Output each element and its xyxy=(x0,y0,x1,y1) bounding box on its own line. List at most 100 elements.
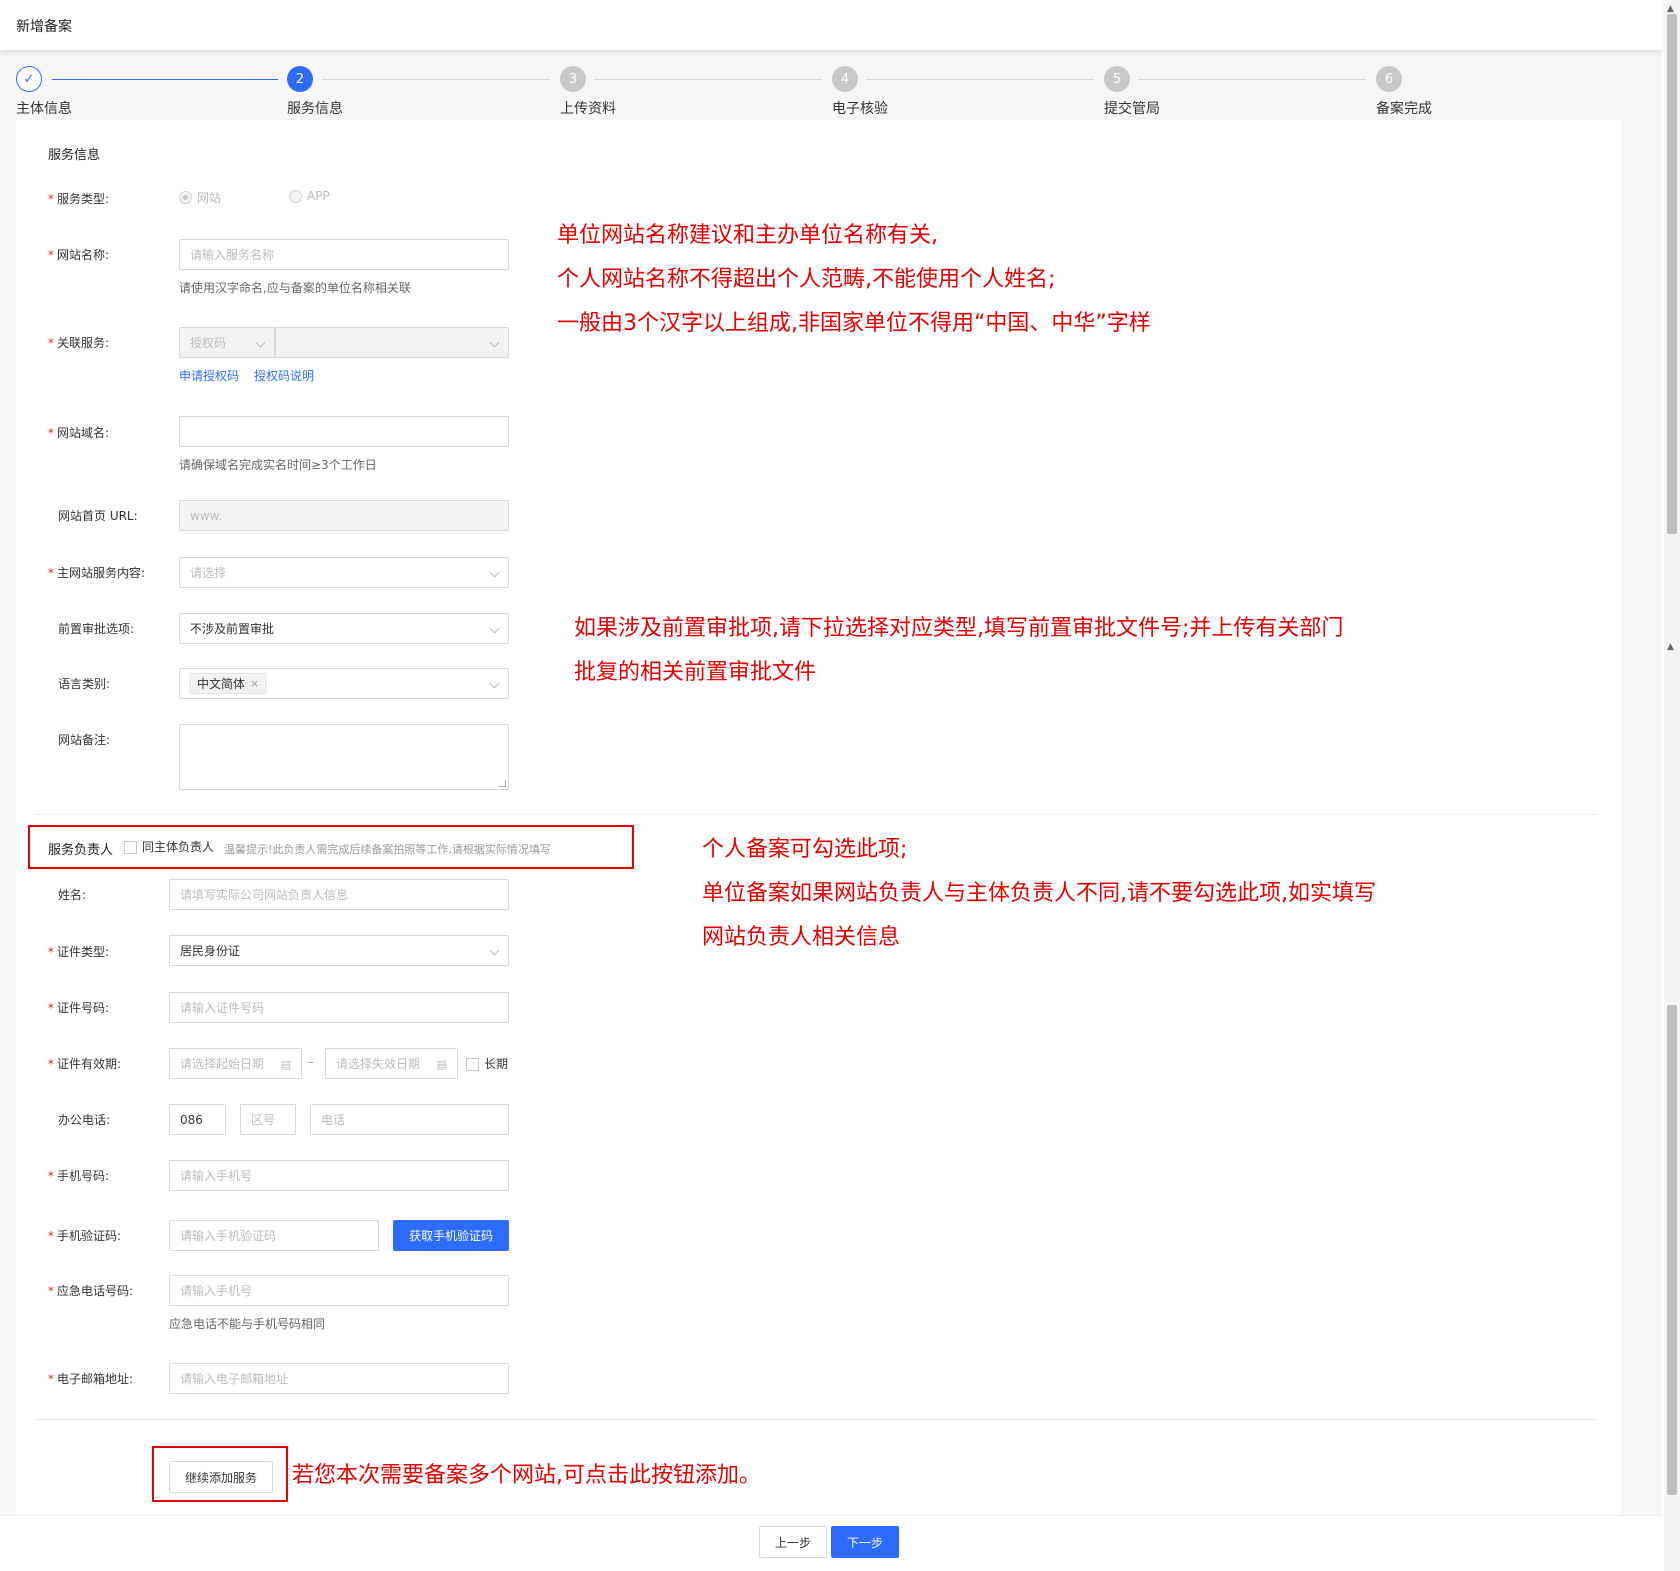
site-name-label: * 网站名称: xyxy=(48,248,110,262)
scrollbar-thumb-lower[interactable] xyxy=(1667,1005,1677,1495)
sms-code-input[interactable]: 请输入手机验证码 xyxy=(169,1220,379,1251)
step-progress: ✓ 主体信息 2 服务信息 3 上传资料 4 电子核验 5 提交管局 6 备案完… xyxy=(0,60,1662,120)
get-sms-code-button[interactable]: 获取手机验证码 xyxy=(393,1220,509,1251)
scroll-up-icon[interactable]: ▲ xyxy=(1667,4,1674,14)
note-line: 批复的相关前置审批文件 xyxy=(574,660,817,685)
footer-bar: 上一步 下一步 xyxy=(0,1515,1662,1571)
step-4-circle: 4 xyxy=(832,66,858,92)
section-divider-2 xyxy=(36,1419,1596,1420)
start-date-input[interactable]: 请选择起始日期 ▤ xyxy=(169,1048,302,1079)
id-number-input[interactable]: 请输入证件号码 xyxy=(169,992,509,1023)
next-step-button[interactable]: 下一步 xyxy=(831,1526,899,1558)
page-title: 新增备案 xyxy=(16,19,72,35)
step-connector-5 xyxy=(1138,79,1366,80)
scrollbar[interactable]: ▲ ▲ xyxy=(1664,0,1680,1571)
homepage-url-input[interactable]: www. xyxy=(179,500,509,531)
owner-name-input[interactable]: 请填写实际公司网站负责人信息 xyxy=(169,879,509,910)
office-phone-label: 办公电话: xyxy=(58,1113,111,1127)
note-line: 网站负责人相关信息 xyxy=(702,925,901,950)
step-2-circle: 2 xyxy=(287,66,313,92)
note-line: 单位备案如果网站负责人与主体负责人不同,请不要勾选此项,如实填写 xyxy=(702,881,1376,906)
id-type-select[interactable]: 居民身份证 xyxy=(169,935,509,966)
area-code-input[interactable]: 区号 xyxy=(240,1104,296,1135)
tag-close-icon[interactable]: × xyxy=(250,677,259,690)
calendar-icon: ▤ xyxy=(436,1057,447,1071)
apply-auth-code-link[interactable]: 申请授权码 xyxy=(179,367,239,384)
date-separator: – xyxy=(308,1055,314,1069)
step-5-circle: 5 xyxy=(1104,66,1130,92)
radio-app-dot xyxy=(289,189,302,203)
step-6-label: 备案完成 xyxy=(1376,101,1432,117)
site-name-help: 请使用汉字命名,应与备案的单位名称相关联 xyxy=(179,281,411,295)
radio-website[interactable]: 网站 xyxy=(179,189,221,206)
step-connector-4 xyxy=(866,79,1094,80)
language-select[interactable]: 中文简体 × xyxy=(179,668,509,699)
email-label: * 电子邮箱地址: xyxy=(48,1372,134,1386)
note-line: 一般由3个汉字以上组成,非国家单位不得用“中国、中华”字样 xyxy=(557,311,1151,336)
id-validity-label: * 证件有效期: xyxy=(48,1057,122,1071)
prev-step-button[interactable]: 上一步 xyxy=(759,1526,827,1558)
emergency-phone-label: * 应急电话号码: xyxy=(48,1284,134,1298)
remarks-label: 网站备注: xyxy=(58,733,111,747)
note-line: 如果涉及前置审批项,请下拉选择对应类型,填写前置审批文件号;并上传有关部门 xyxy=(574,616,1344,641)
step-3-label: 上传资料 xyxy=(560,101,616,117)
section-divider-1 xyxy=(36,814,1596,815)
step-4-label: 电子核验 xyxy=(832,101,888,117)
note-line: 个人备案可勾选此项; xyxy=(702,837,908,862)
auth-code-help-link[interactable]: 授权码说明 xyxy=(254,367,314,384)
country-code-input[interactable]: 086 xyxy=(169,1104,226,1135)
step-2-label: 服务信息 xyxy=(287,101,343,117)
related-service-label: * 关联服务: xyxy=(48,336,110,350)
mobile-input[interactable]: 请输入手机号 xyxy=(169,1160,509,1191)
add-service-annotation: 若您本次需要备案多个网站,可点击此按钮添加。 xyxy=(292,1463,761,1488)
add-service-highlight-box xyxy=(152,1446,288,1502)
pre-approval-label: 前置审批选项: xyxy=(58,622,135,636)
homepage-url-label: 网站首页 URL: xyxy=(58,509,138,523)
auth-code-select[interactable]: 授权码 xyxy=(179,327,275,358)
pre-approval-select[interactable]: 不涉及前置审批 xyxy=(179,613,509,644)
site-name-input[interactable]: 请输入服务名称 xyxy=(179,239,509,270)
step-1-check-icon: ✓ xyxy=(16,66,42,92)
site-name-annotation: 单位网站名称建议和主办单位名称有关, 个人网站名称不得超出个人范畴,不能使用个人… xyxy=(557,214,1151,346)
id-type-label: * 证件类型: xyxy=(48,945,110,959)
radio-website-dot xyxy=(179,191,192,204)
scrollbar-thumb-upper[interactable] xyxy=(1667,14,1677,534)
related-service-select[interactable] xyxy=(275,327,509,358)
calendar-icon: ▤ xyxy=(280,1057,291,1071)
owner-highlight-box xyxy=(28,825,634,869)
language-tag: 中文简体 × xyxy=(190,673,267,694)
phone-number-input[interactable]: 电话 xyxy=(310,1104,509,1135)
note-line: 单位网站名称建议和主办单位名称有关, xyxy=(557,223,938,248)
end-date-input[interactable]: 请选择失效日期 ▤ xyxy=(325,1048,458,1079)
top-bar: 新增备案 xyxy=(0,0,1662,50)
remarks-textarea[interactable] xyxy=(179,724,509,790)
service-section-title: 服务信息 xyxy=(48,148,101,163)
mobile-label: * 手机号码: xyxy=(48,1169,110,1183)
step-connector-1 xyxy=(52,79,278,80)
owner-annotation: 个人备案可勾选此项; 单位备案如果网站负责人与主体负责人不同,请不要勾选此项,如… xyxy=(702,828,1376,960)
domain-input[interactable] xyxy=(179,416,509,447)
email-input[interactable]: 请输入电子邮箱地址 xyxy=(169,1363,509,1394)
checkbox-box[interactable] xyxy=(466,1058,479,1071)
owner-name-label: 姓名: xyxy=(58,888,87,902)
step-connector-2 xyxy=(322,79,550,80)
domain-help: 请确保域名完成实名时间≥3个工作日 xyxy=(179,458,377,472)
main-content-label: * 主网站服务内容: xyxy=(48,566,146,580)
emergency-phone-help: 应急电话不能与手机号码相同 xyxy=(169,1317,326,1331)
scroll-caret-icon[interactable]: ▲ xyxy=(1667,642,1674,652)
resize-handle-icon[interactable] xyxy=(499,780,506,787)
radio-app[interactable]: APP xyxy=(289,189,330,203)
id-number-label: * 证件号码: xyxy=(48,1001,110,1015)
language-label: 语言类别: xyxy=(58,677,111,691)
step-5-label: 提交管局 xyxy=(1104,101,1160,117)
step-3-circle: 3 xyxy=(560,66,586,92)
step-connector-3 xyxy=(594,79,822,80)
step-1-label: 主体信息 xyxy=(16,101,72,117)
sms-code-label: * 手机验证码: xyxy=(48,1229,122,1243)
step-6-circle: 6 xyxy=(1376,66,1402,92)
emergency-phone-input[interactable]: 请输入手机号 xyxy=(169,1275,509,1306)
service-type-label: * 服务类型: xyxy=(48,192,110,206)
domain-label: * 网站域名: xyxy=(48,426,110,440)
long-term-checkbox[interactable]: 长期 xyxy=(466,1055,508,1072)
main-content-select[interactable]: 请选择 xyxy=(179,557,509,588)
